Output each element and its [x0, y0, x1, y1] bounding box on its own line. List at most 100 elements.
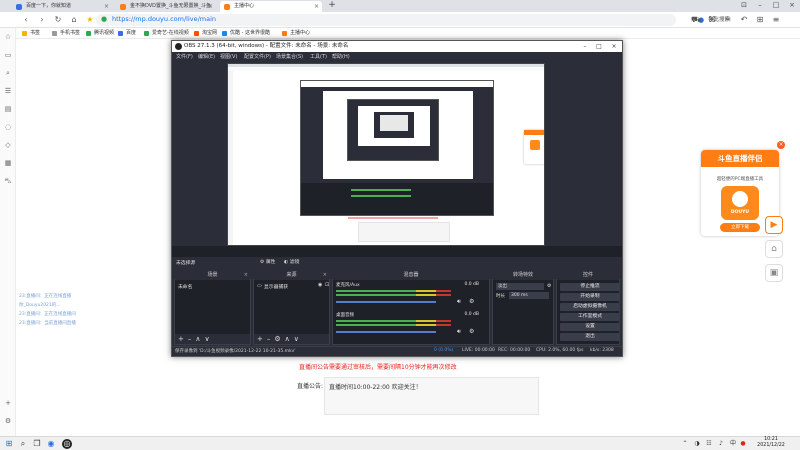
no-source-label: 未选择源	[176, 261, 196, 266]
gear-icon[interactable]: ⚙	[469, 298, 474, 305]
home-icon[interactable]: ⌂	[765, 240, 783, 258]
bookmark-item[interactable]: 百度	[118, 29, 136, 38]
browser-tab-streamer-center[interactable]: 主播中心 ×	[220, 1, 322, 12]
ime-icon[interactable]: 中	[728, 439, 738, 449]
tray-icon[interactable]: ◑	[692, 439, 702, 449]
studio-mode-button[interactable]: 工作室模式	[560, 313, 620, 321]
tray-icon[interactable]: ⌃	[680, 439, 690, 449]
speaker-icon[interactable]: 🔊︎	[457, 328, 461, 336]
book-icon[interactable]: ▭	[3, 50, 13, 60]
sources-toolbar[interactable]: +–⚙∧∨	[254, 334, 329, 344]
screen-icon[interactable]: ▣	[765, 264, 783, 282]
scenes-toolbar[interactable]: +–∧∨	[175, 334, 250, 344]
list-icon[interactable]: ☰	[3, 86, 13, 96]
close-icon[interactable]: ×	[323, 271, 327, 280]
bookmark-item[interactable]: 书签	[22, 29, 40, 38]
announcement-textarea[interactable]: 直播时间10:00-22:00 欢迎关注！	[324, 377, 539, 415]
game-icon[interactable]: ⌘	[706, 14, 718, 26]
download-button[interactable]: 立即下载	[720, 223, 760, 232]
minimize-icon[interactable]: –	[754, 1, 766, 11]
filters-button[interactable]: ◐ 滤镜	[284, 258, 299, 265]
windows-start-icon[interactable]: ⊞	[4, 439, 14, 449]
close-icon[interactable]: ×	[777, 141, 785, 149]
menu-profile[interactable]: 配置文件(P)	[244, 53, 271, 60]
properties-button[interactable]: ⚙ 属性	[260, 258, 275, 265]
gear-icon[interactable]: ⚙	[547, 283, 551, 289]
logo-text: DOUYU	[730, 210, 750, 215]
obs-preview-canvas[interactable]	[227, 63, 545, 246]
add-icon[interactable]: +	[3, 398, 13, 408]
obs-icon[interactable]: ◎	[62, 439, 72, 449]
star-icon[interactable]: ★	[84, 14, 96, 26]
refresh-icon[interactable]: ↻	[52, 14, 64, 26]
bookmark-item[interactable]: 淘宝网	[194, 29, 217, 38]
close-icon[interactable]: ×	[208, 3, 213, 10]
bookmark-item[interactable]: 手机书签	[52, 29, 80, 38]
task-view-icon[interactable]: ❐	[32, 439, 42, 449]
play-icon[interactable]: ▶	[765, 216, 783, 234]
minimize-icon[interactable]: –	[578, 41, 592, 52]
eye-icon[interactable]: ◉	[318, 282, 322, 288]
maximize-icon[interactable]: □	[592, 41, 606, 52]
transition-select[interactable]: 淡出	[496, 283, 544, 290]
close-icon[interactable]: ×	[314, 3, 319, 10]
bookmark-item[interactable]: 优酷 - 这世界很酷	[222, 29, 270, 38]
calendar-icon[interactable]: ▦	[3, 158, 13, 168]
back-icon[interactable]: ‹	[20, 14, 32, 26]
system-clock[interactable]: 10:21 2021/12/22	[748, 437, 794, 449]
address-bar[interactable]: ● https://mp.douyu.com/live/main ● 在此搜索	[96, 14, 730, 26]
scissors-icon[interactable]: ✂	[722, 14, 734, 26]
chat-icon[interactable]: ◌	[3, 122, 13, 132]
browser-icon[interactable]: ◉	[46, 439, 56, 449]
new-tab-button[interactable]: +	[326, 1, 338, 11]
close-icon[interactable]: ×	[244, 271, 248, 280]
network-icon[interactable]: ☷	[704, 439, 714, 449]
browser-tab-douyu-dvd[interactable]: 金不换DVD置换_斗鱼无限置换_斗鱼 ×	[116, 1, 216, 12]
menu-icon[interactable]: ≡	[770, 14, 782, 26]
browser-menu-icon[interactable]: ⊡	[738, 1, 750, 11]
forward-icon[interactable]: ›	[36, 14, 48, 26]
source-item[interactable]: 显示器捕获	[264, 283, 288, 290]
search-icon[interactable]: ⌕	[18, 439, 28, 449]
menu-file[interactable]: 文件(F)	[176, 53, 193, 60]
speaker-icon[interactable]: ♪	[716, 439, 726, 449]
car-icon[interactable]: ⛟	[690, 14, 702, 26]
virtual-camera-button[interactable]: 启动虚拟摄像机	[560, 303, 620, 311]
gear-icon[interactable]: ⚙	[469, 328, 474, 335]
settings-button[interactable]: 设置	[560, 323, 620, 331]
undo-icon[interactable]: ↶	[738, 14, 750, 26]
scene-item[interactable]: 未命名	[178, 283, 192, 290]
start-recording-button[interactable]: 开始录制	[560, 293, 620, 301]
lock-icon[interactable]: ⊡	[325, 282, 329, 288]
bookmark-item[interactable]: 主播中心	[282, 29, 310, 38]
close-window-icon[interactable]: ×	[786, 1, 798, 11]
home-icon[interactable]: ⌂	[68, 14, 80, 26]
speaker-icon[interactable]: 🔊︎	[457, 298, 461, 306]
duration-input[interactable]: 300 ms	[509, 292, 549, 299]
apps-icon[interactable]: ⊞	[754, 14, 766, 26]
volume-meter	[336, 294, 451, 296]
menu-edit[interactable]: 编辑(E)	[198, 53, 215, 60]
tray-icon[interactable]: ●	[738, 439, 748, 449]
volume-slider[interactable]	[336, 331, 436, 333]
cart-icon[interactable]: ⛍	[3, 176, 13, 186]
menu-scene-collection[interactable]: 场景集合(S)	[276, 53, 303, 60]
bookmark-item[interactable]: 爱奇艺-在线视频	[144, 29, 189, 38]
menu-help[interactable]: 帮助(H)	[332, 53, 350, 60]
settings-icon[interactable]: ⚙	[3, 416, 13, 426]
exit-button[interactable]: 退出	[560, 333, 620, 341]
volume-slider[interactable]	[336, 301, 436, 303]
bookmark-item[interactable]: 腾讯视频	[86, 29, 114, 38]
browser-tab-baidu[interactable]: 百度一下，你就知道 ×	[12, 1, 112, 12]
menu-tools[interactable]: 工具(T)	[310, 53, 327, 60]
search-icon[interactable]: ⌕	[3, 68, 13, 78]
close-window-icon[interactable]: ×	[607, 41, 621, 52]
note-icon[interactable]: ▤	[3, 104, 13, 114]
menu-view[interactable]: 视图(V)	[220, 53, 237, 60]
maximize-icon[interactable]: □	[770, 1, 782, 11]
cube-icon[interactable]: ◇	[3, 140, 13, 150]
stop-streaming-button[interactable]: 停止推流	[560, 283, 620, 291]
controls-dock-title: 控件	[557, 271, 619, 280]
star-icon[interactable]: ☆	[3, 32, 13, 42]
close-icon[interactable]: ×	[104, 3, 109, 10]
